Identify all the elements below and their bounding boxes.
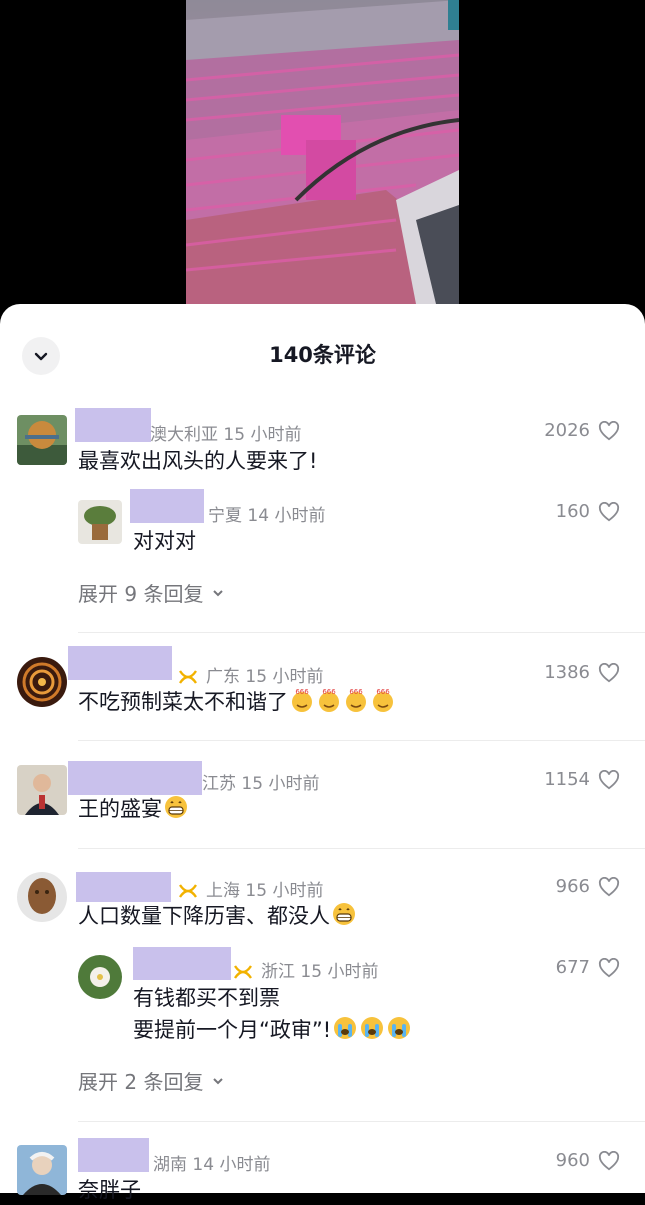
heart-icon: [598, 769, 620, 789]
heart-icon: [598, 957, 620, 977]
username-redacted[interactable]: [133, 947, 231, 980]
comment-text: 最喜欢出风头的人要来了!: [78, 449, 318, 473]
svg-text:666: 666: [349, 688, 363, 696]
timestamp: 15 小时前: [245, 881, 324, 901]
comment-text-content: 要提前一个月“政审”!: [133, 1018, 332, 1042]
fan-badge-icon: [179, 670, 197, 684]
heart-icon: [598, 420, 620, 440]
666-emoji-icon: 666: [373, 688, 393, 712]
like-count: 1386: [544, 662, 590, 683]
like-count: 677: [555, 957, 590, 978]
crying-emoji-icon: [388, 1017, 411, 1039]
timestamp: 15 小时前: [245, 667, 324, 687]
avatar[interactable]: [17, 1145, 67, 1195]
fan-badge-icon: [179, 884, 197, 898]
666-emoji-icon: 666: [292, 688, 312, 712]
like-count: 160: [555, 501, 590, 522]
divider: [78, 632, 645, 633]
comment-meta: 湖南 14 小时前: [153, 1150, 270, 1175]
like-button[interactable]: 677: [556, 957, 620, 978]
video-player[interactable]: [0, 0, 645, 330]
expand-replies-button[interactable]: 展开 9 条回复: [78, 578, 225, 607]
timestamp: 15 小时前: [300, 962, 379, 982]
divider: [78, 848, 645, 849]
comment-meta: 上海 15 小时前: [178, 876, 323, 901]
comment-meta: 广东 15 小时前: [178, 662, 323, 687]
666-emoji-icon: 666: [319, 688, 339, 712]
location: 江苏: [202, 774, 236, 794]
comment-meta: 江苏 15 小时前: [202, 769, 319, 794]
like-button[interactable]: 160: [556, 501, 620, 522]
heart-icon: [598, 1150, 620, 1170]
comment-text-content: 王的盛宴: [78, 797, 162, 821]
comment-text-line: 有钱都买不到票: [133, 986, 280, 1010]
chevron-down-icon: [213, 1077, 224, 1084]
avatar[interactable]: [78, 500, 122, 544]
location: 广东: [206, 667, 240, 687]
avatar[interactable]: [17, 872, 67, 922]
location: 宁夏: [208, 506, 242, 526]
timestamp: 15 小时前: [241, 774, 320, 794]
like-button[interactable]: 2026: [544, 420, 620, 441]
location: 上海: [206, 881, 240, 901]
timestamp: 14 小时前: [247, 506, 326, 526]
heart-icon: [598, 662, 620, 682]
like-count: 2026: [544, 420, 590, 441]
crying-emoji-icon: [361, 1017, 384, 1039]
username-redacted[interactable]: [68, 761, 202, 795]
username-redacted[interactable]: [76, 872, 171, 902]
location: 浙江: [261, 962, 295, 982]
comment-text-line: 要提前一个月“政审”!: [133, 1015, 412, 1045]
location: 澳大利亚: [150, 425, 218, 445]
crying-emoji-icon: [334, 1017, 357, 1039]
stadium-video-frame[interactable]: [186, 0, 459, 304]
avatar[interactable]: [17, 657, 67, 707]
666-emoji-icon: 666: [346, 688, 366, 712]
heart-icon: [598, 501, 620, 521]
expand-replies-label: 展开 9 条回复: [78, 582, 204, 606]
comment-text-content: 人口数量下降历害、都没人: [78, 904, 330, 928]
comment-text-content: 不吃预制菜太不和谐了: [78, 690, 288, 714]
comments-title: 140条评论: [269, 343, 376, 367]
timestamp: 15 小时前: [223, 425, 302, 445]
like-count: 960: [555, 1150, 590, 1171]
comments-sheet: 140条评论 澳大利亚 15 小时前 2026 最喜欢出风头的人要来了! 宁夏 …: [0, 304, 645, 1202]
comment-meta: 浙江 15 小时前: [233, 957, 378, 982]
fan-badge-icon: [234, 965, 252, 979]
comment-meta: 宁夏 14 小时前: [208, 501, 325, 526]
timestamp: 14 小时前: [192, 1155, 271, 1175]
like-button[interactable]: 960: [556, 1150, 620, 1171]
expand-replies-label: 展开 2 条回复: [78, 1070, 204, 1094]
like-button[interactable]: 966: [556, 876, 620, 897]
comment-text: 不吃预制菜太不和谐了 666 666 666 666: [78, 687, 396, 717]
avatar[interactable]: [17, 765, 67, 815]
grin-emoji-icon: [165, 796, 187, 818]
comment-text: 奈胖子: [78, 1178, 141, 1202]
username-redacted[interactable]: [68, 646, 172, 680]
username-redacted[interactable]: [78, 1138, 149, 1172]
svg-text:666: 666: [295, 688, 309, 696]
comment-text: 人口数量下降历害、都没人: [78, 901, 357, 931]
grin-emoji-icon: [333, 903, 355, 925]
avatar[interactable]: [17, 415, 67, 465]
location: 湖南: [153, 1155, 187, 1175]
comment-text: 对对对: [133, 529, 196, 553]
divider: [78, 1121, 645, 1122]
divider: [78, 740, 645, 741]
chevron-down-icon: [213, 589, 224, 596]
like-button[interactable]: 1154: [544, 769, 620, 790]
like-count: 1154: [544, 769, 590, 790]
svg-text:666: 666: [322, 688, 336, 696]
like-button[interactable]: 1386: [544, 662, 620, 683]
svg-text:666: 666: [376, 688, 390, 696]
comment-meta: 澳大利亚 15 小时前: [150, 420, 301, 445]
username-redacted[interactable]: [75, 408, 151, 442]
heart-icon: [598, 876, 620, 896]
avatar[interactable]: [78, 955, 122, 999]
comment-text: 王的盛宴: [78, 794, 189, 824]
username-redacted[interactable]: [130, 489, 204, 523]
like-count: 966: [555, 876, 590, 897]
expand-replies-button[interactable]: 展开 2 条回复: [78, 1066, 225, 1095]
